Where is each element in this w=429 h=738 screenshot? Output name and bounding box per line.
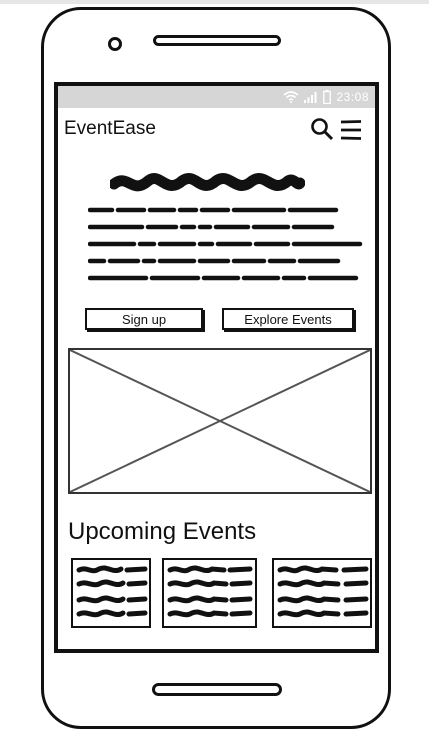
wifi-icon <box>283 91 299 103</box>
front-camera <box>108 37 122 51</box>
menu-icon[interactable] <box>339 118 363 142</box>
explore-events-button[interactable]: Explore Events <box>222 308 354 330</box>
app-header: EventEase <box>58 108 375 150</box>
app-title: EventEase <box>64 118 156 139</box>
top-edge-line <box>0 0 429 4</box>
phone-screen: 23:08 EventEase Sign up Explore Events U… <box>54 82 379 653</box>
earpiece-speaker <box>153 35 281 46</box>
hero-image-placeholder <box>68 348 372 494</box>
signal-icon <box>304 91 318 103</box>
upcoming-events-heading: Upcoming Events <box>68 518 257 545</box>
status-clock: 23:08 <box>336 90 369 104</box>
search-icon[interactable] <box>310 117 334 141</box>
home-button[interactable] <box>152 683 282 696</box>
status-bar: 23:08 <box>58 86 375 108</box>
hero-heading-placeholder <box>108 169 306 199</box>
event-card[interactable] <box>71 558 151 628</box>
signup-button[interactable]: Sign up <box>85 308 203 330</box>
hero-text-placeholder <box>87 206 363 282</box>
event-card[interactable] <box>272 558 372 628</box>
event-card[interactable] <box>162 558 257 628</box>
battery-icon <box>323 90 332 104</box>
